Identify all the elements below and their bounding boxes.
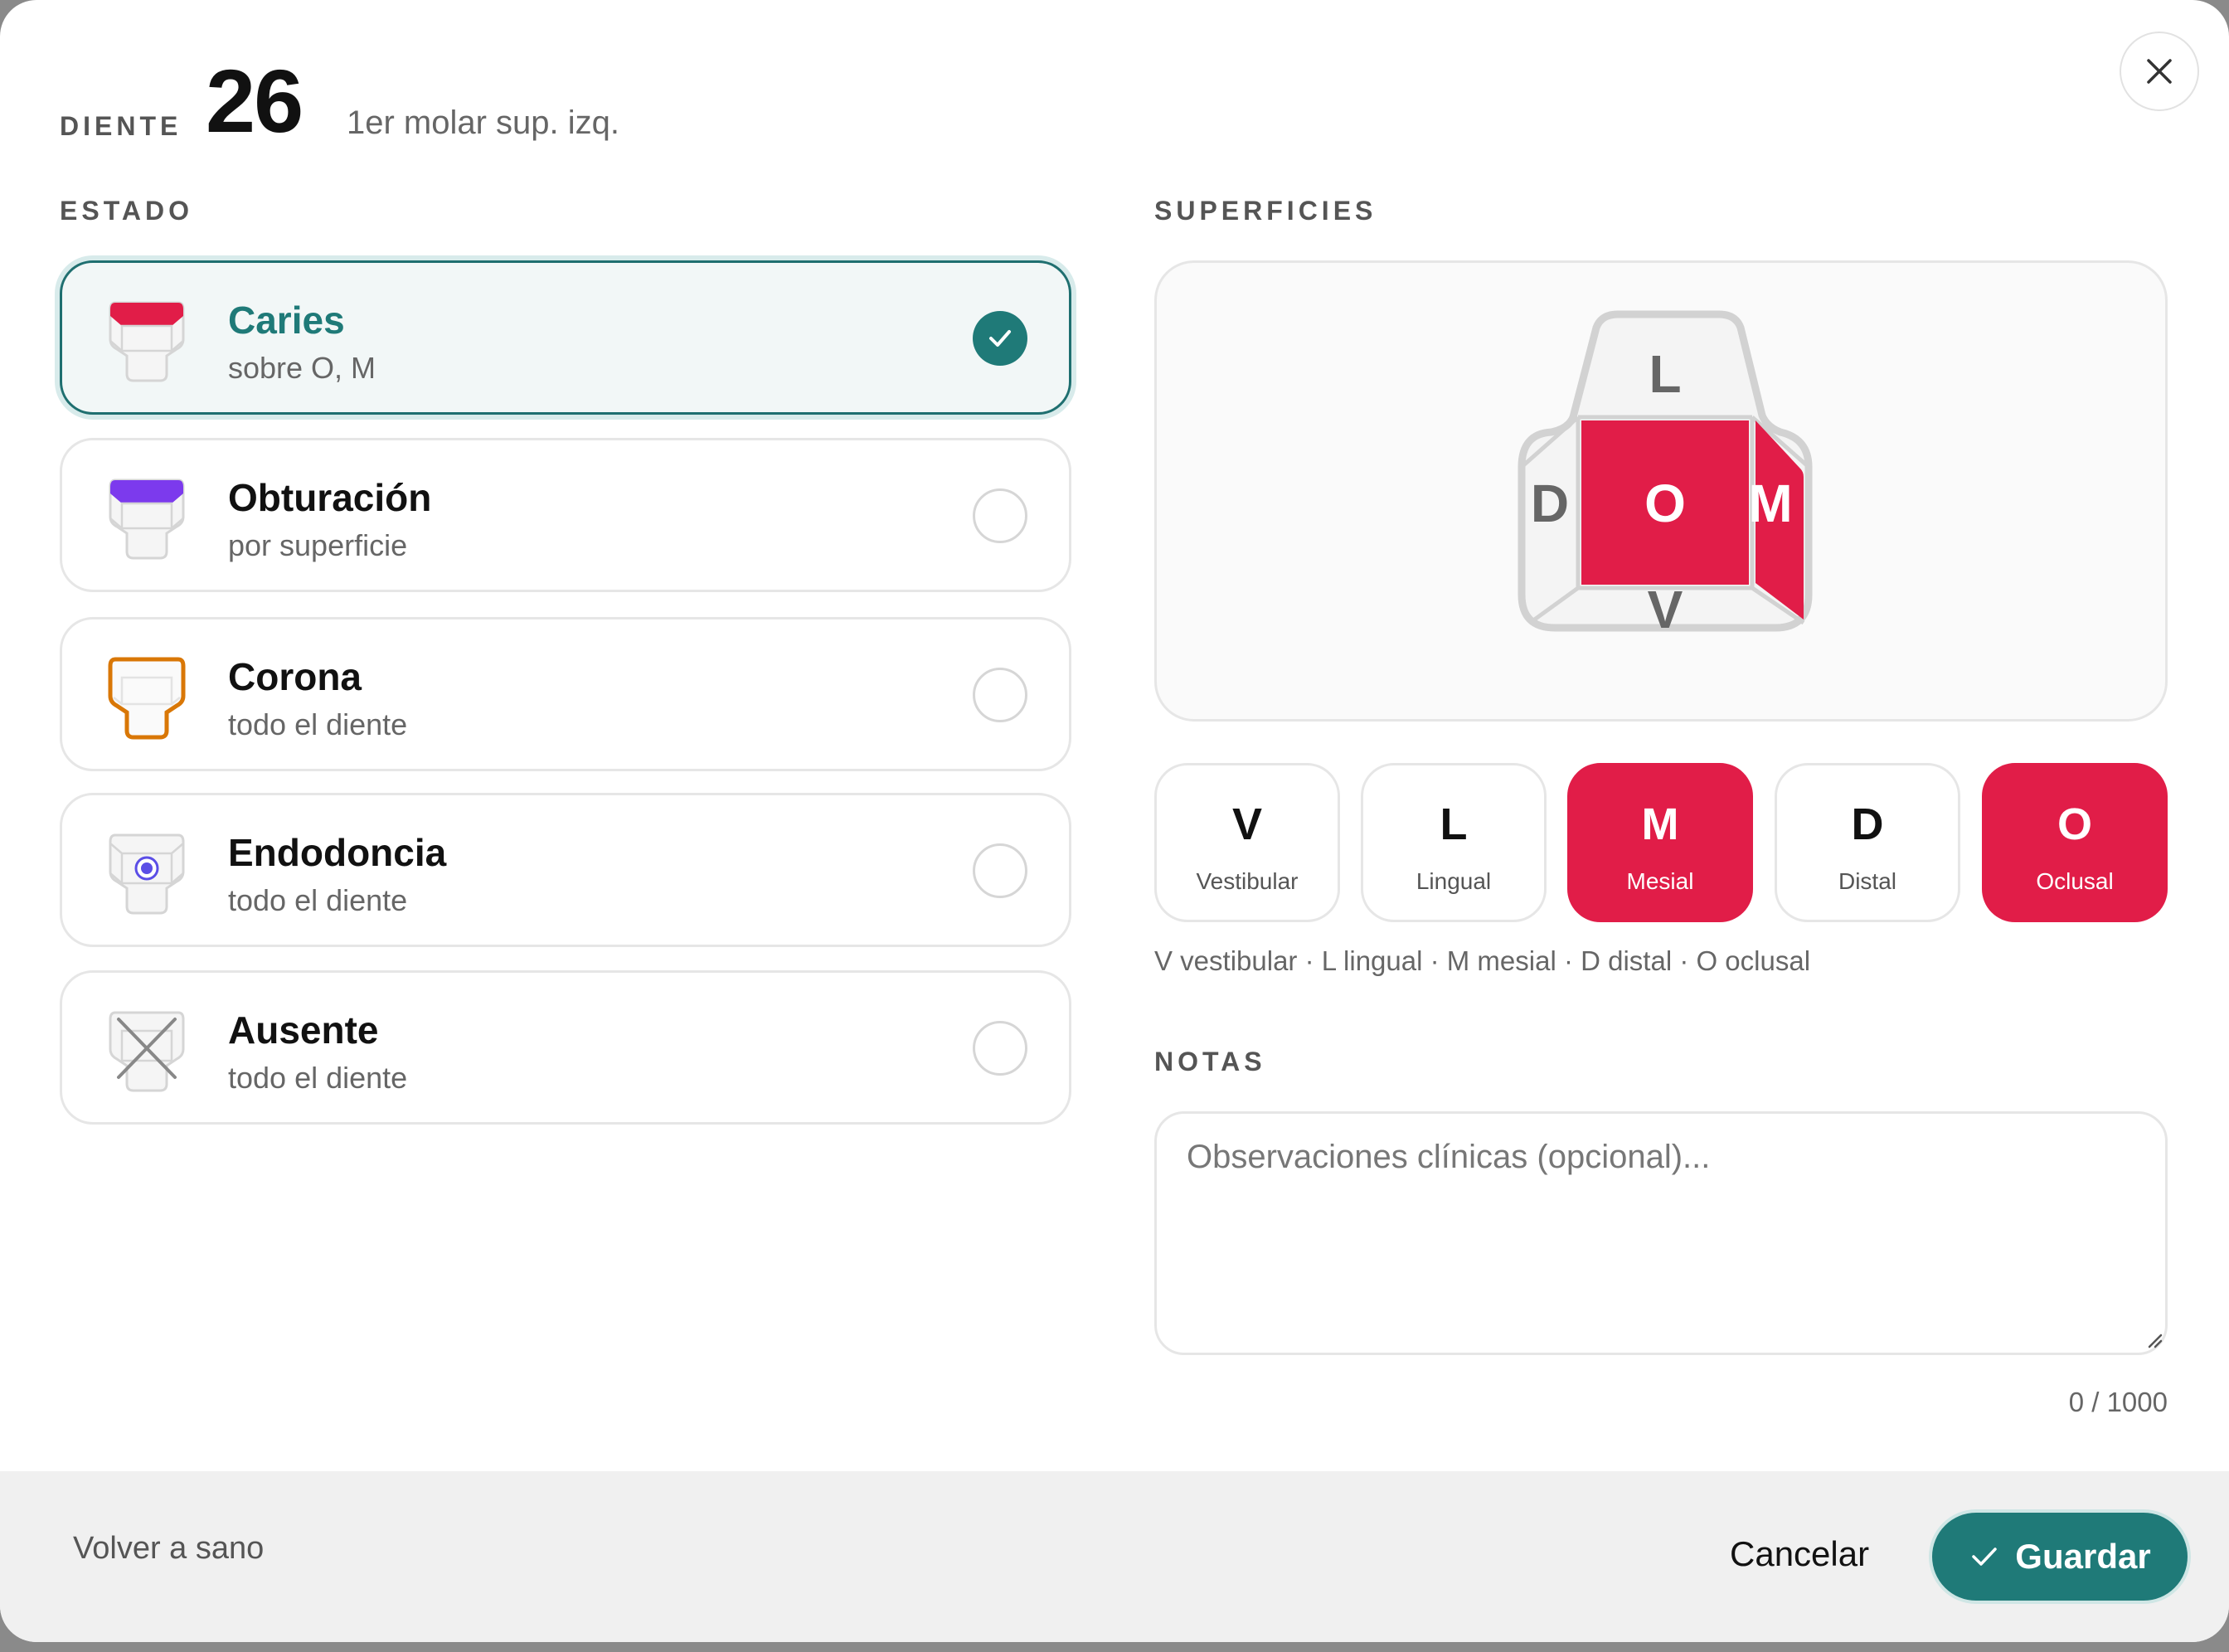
surface-button-lingual[interactable]: L Lingual [1361,763,1547,922]
surface-button-name: Lingual [1416,868,1492,894]
close-icon [2147,59,2172,84]
tooth-edit-dialog: DIENTE 26 1er molar sup. izq. ESTADO Car… [0,0,2229,1642]
tooth-label: DIENTE [60,111,182,141]
surface-button-name: Distal [1838,868,1896,894]
surface-button-letter: L [1440,799,1468,849]
diagram-label-o: O [1644,474,1686,533]
root-canal-tooth-icon [109,833,185,915]
status-option-label: Caries [228,299,345,342]
surface-button-letter: O [2057,799,2092,849]
radio-button[interactable] [973,1021,1027,1076]
filling-tooth-icon [109,479,185,560]
status-option-sub: sobre O, M [228,351,376,385]
surface-button-name: Mesial [1626,868,1694,894]
radio-button[interactable] [973,488,1027,543]
caries-tooth-icon [109,301,185,382]
surface-button-letter: V [1231,799,1263,849]
dialog-footer: Volver a sano Cancelar Guardar [0,1471,2229,1642]
notas-heading: NOTAS [1154,1047,1266,1076]
status-option-caries[interactable]: Caries sobre O, M [60,260,1071,415]
resize-handle-icon[interactable] [2144,1330,2163,1348]
selected-check-icon [973,311,1027,366]
radio-button[interactable] [973,668,1027,722]
notes-textarea[interactable] [1154,1111,2168,1355]
save-button[interactable]: Guardar [1932,1513,2188,1601]
surface-legend: V vestibular · L lingual · M mesial · D … [1154,945,1811,976]
character-counter: 0 / 1000 [2068,1387,2168,1417]
surface-button-name: Oclusal [2036,868,2114,894]
estado-heading: ESTADO [60,196,193,226]
check-icon [1972,1548,1998,1566]
tooth-surface-svg: L D O M V [1518,310,1813,639]
status-option-sub: todo el diente [228,883,408,917]
status-option-sub: todo el diente [228,707,408,741]
tooth-number: 26 [206,51,304,151]
surface-button-name: Vestibular [1196,868,1299,894]
reset-to-healthy-link[interactable]: Volver a sano [73,1531,264,1567]
status-option-label: Endodoncia [228,831,447,874]
missing-tooth-icon [109,1011,185,1092]
status-option-label: Obturación [228,476,432,519]
status-option-sub: por superficie [228,528,408,562]
tooth-surface-diagram: L D O M V [1154,260,2168,722]
save-button-label: Guardar [2015,1537,2151,1576]
close-button[interactable] [2120,32,2199,111]
status-option-corona[interactable]: Corona todo el diente [60,617,1071,771]
surface-button-mesial[interactable]: M Mesial [1567,763,1753,922]
surface-button-vestibular[interactable]: V Vestibular [1154,763,1340,922]
tooth-name: 1er molar sup. izq. [347,104,620,141]
diagram-label-m: M [1748,474,1792,533]
status-option-sub: todo el diente [228,1061,408,1095]
surface-button-oclusal[interactable]: O Oclusal [1982,763,2168,922]
cancel-button[interactable]: Cancelar [1730,1534,1869,1574]
status-option-label: Ausente [228,1008,379,1052]
status-option-label: Corona [228,655,362,698]
status-option-obturacion[interactable]: Obturación por superficie [60,438,1071,592]
superficies-heading: SUPERFICIES [1154,196,1377,226]
surface-button-distal[interactable]: D Distal [1775,763,1960,922]
diagram-label-v: V [1648,580,1683,639]
diagram-label-l: L [1649,344,1681,404]
diagram-label-d: D [1531,474,1569,533]
crown-tooth-icon [108,657,186,740]
radio-button[interactable] [973,843,1027,898]
status-option-endodoncia[interactable]: Endodoncia todo el diente [60,793,1071,947]
status-option-ausente[interactable]: Ausente todo el diente [60,970,1071,1125]
surface-button-letter: M [1641,799,1679,849]
surface-button-letter: D [1851,799,1884,849]
